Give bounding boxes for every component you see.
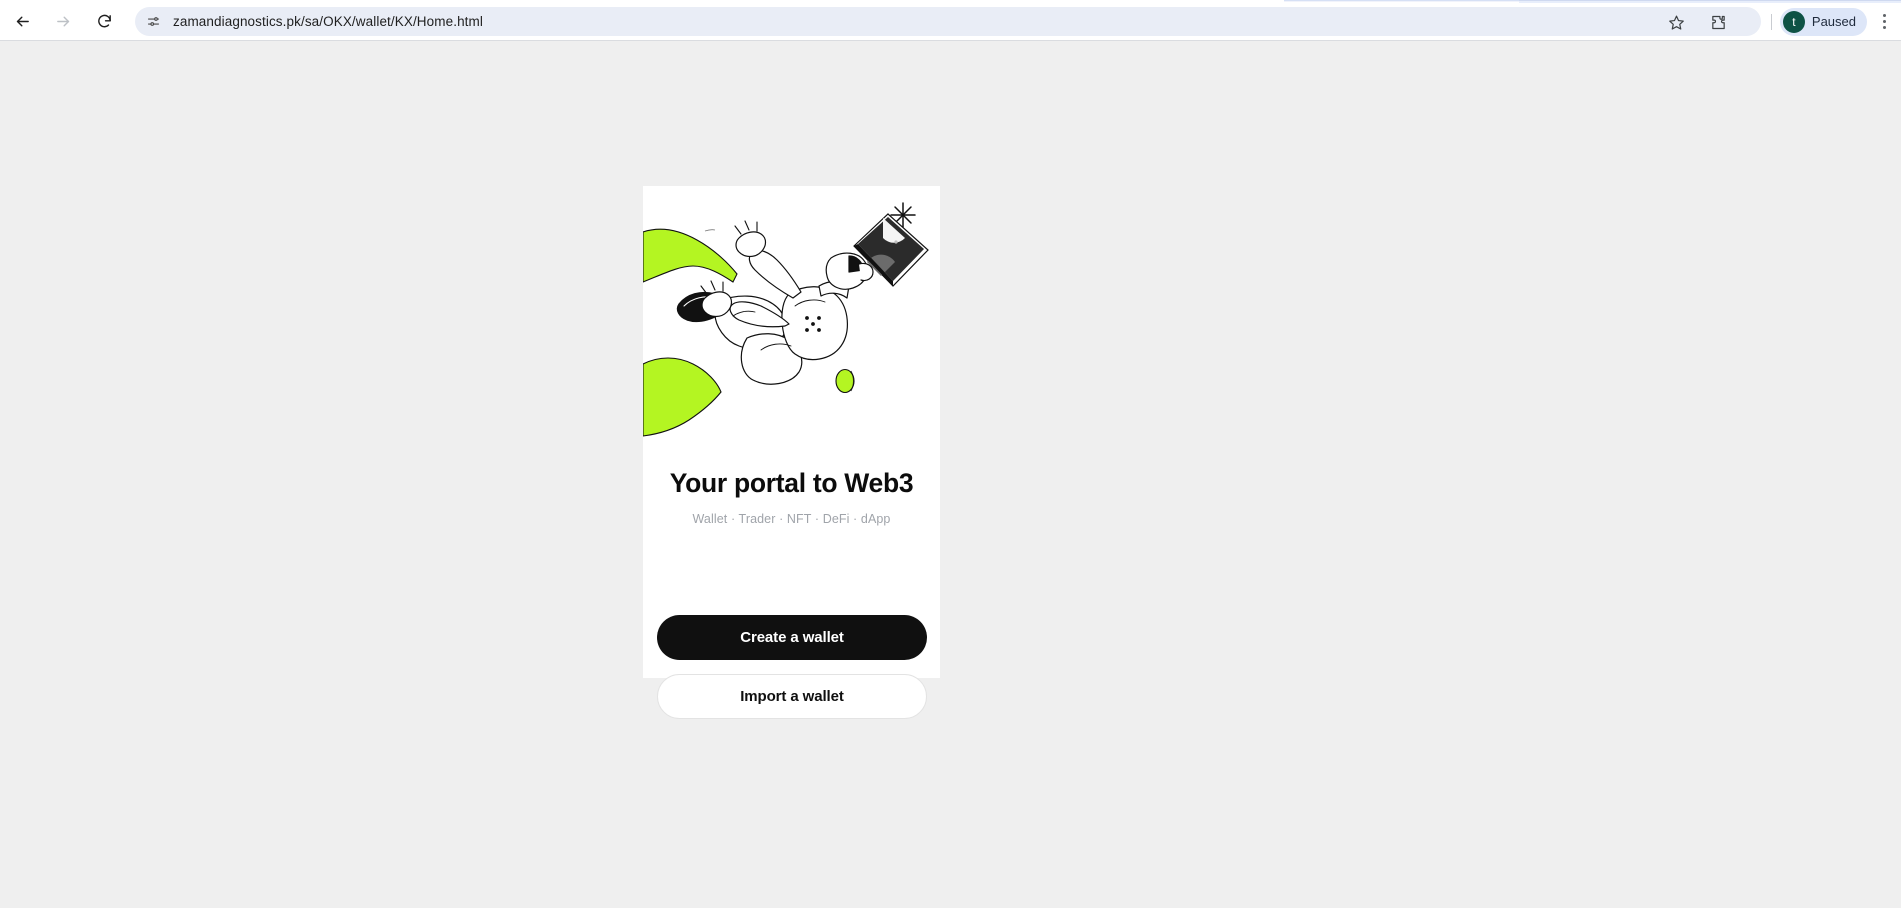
profile-chip[interactable]: t Paused xyxy=(1779,7,1867,36)
import-wallet-button[interactable]: Import a wallet xyxy=(657,674,927,719)
star-outline-icon[interactable] xyxy=(1665,10,1689,34)
wallet-onboarding-card: Your portal to Web3 Wallet · Trader · NF… xyxy=(643,186,940,678)
page-viewport: Your portal to Web3 Wallet · Trader · NF… xyxy=(0,41,1901,908)
browser-toolbar: zamandiagnostics.pk/sa/OKX/wallet/KX/Hom… xyxy=(0,3,1901,40)
url-text[interactable]: zamandiagnostics.pk/sa/OKX/wallet/KX/Hom… xyxy=(173,14,483,29)
hero-text-block: Your portal to Web3 Wallet · Trader · NF… xyxy=(643,468,940,526)
page-title: Your portal to Web3 xyxy=(669,468,914,498)
create-wallet-button[interactable]: Create a wallet xyxy=(657,615,927,660)
page-subtitle: Wallet · Trader · NFT · DeFi · dApp xyxy=(692,511,891,526)
browser-chrome: zamandiagnostics.pk/sa/OKX/wallet/KX/Hom… xyxy=(0,0,1901,41)
astronaut-floating-illustration xyxy=(643,186,940,451)
avatar[interactable]: t xyxy=(1782,10,1805,33)
lime-coin xyxy=(835,368,855,394)
extensions-puzzle-icon[interactable] xyxy=(1707,10,1731,34)
address-bar[interactable]: zamandiagnostics.pk/sa/OKX/wallet/KX/Hom… xyxy=(135,7,1761,36)
toolbar-divider xyxy=(1770,13,1772,30)
tab-strip-edge-secondary xyxy=(1284,0,1520,2)
three-dot-menu-icon[interactable] xyxy=(1871,9,1897,35)
forward-icon[interactable] xyxy=(48,7,78,37)
back-icon[interactable] xyxy=(7,7,37,37)
reload-icon[interactable] xyxy=(89,7,119,37)
profile-status-label: Paused xyxy=(1811,14,1856,29)
site-settings-tune-icon[interactable] xyxy=(140,9,166,35)
